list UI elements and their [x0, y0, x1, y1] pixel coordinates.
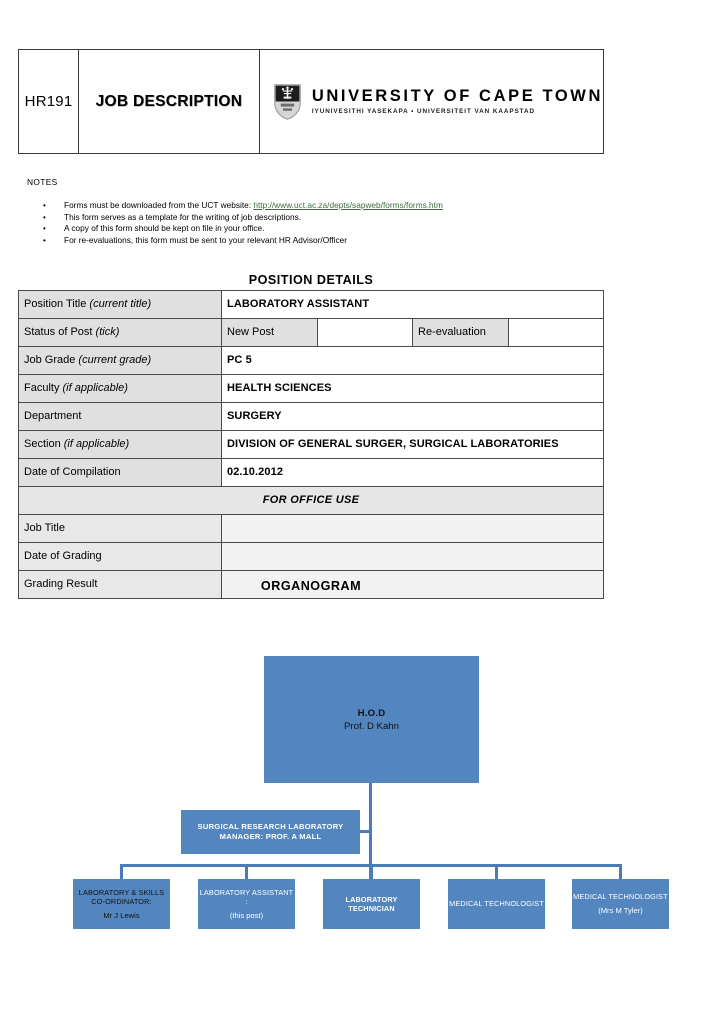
row-label-position-title: Position Title (current title): [18, 290, 222, 319]
org-node-laboratory-technician[interactable]: LABORATORY TECHNICIAN: [323, 879, 420, 929]
form-code-text: HR191: [24, 93, 73, 110]
row-label-section: Section (if applicable): [18, 430, 222, 459]
note-text: A copy of this form should be kept on fi…: [64, 223, 265, 234]
connector-leaf-drop-0: [120, 864, 123, 879]
notes-list: • Forms must be downloaded from the UCT …: [36, 200, 576, 246]
label-text: Department: [24, 410, 82, 422]
note-item: • This form serves as a template for the…: [36, 212, 576, 224]
table-row: Department SURGERY: [18, 402, 604, 431]
table-row: Status of Post (tick) New Post Re-evalua…: [18, 318, 604, 347]
label-text: Faculty: [24, 382, 63, 394]
status-option-re-evaluation: Re-evaluation: [412, 318, 509, 347]
row-label-status-of-post: Status of Post (tick): [18, 318, 222, 347]
connector-leaf-drop-2: [370, 864, 373, 879]
bullet-icon: •: [43, 212, 46, 222]
org-node-subtitle: (this post): [229, 910, 264, 920]
position-details-table: Position Title (current title) LABORATOR…: [18, 290, 604, 599]
row-value-job-grade[interactable]: PC 5: [221, 346, 604, 375]
label-hint: (current grade): [78, 354, 152, 366]
org-node-title: LABORATORY & SKILLS CO-ORDINATOR:: [78, 887, 165, 907]
connector-leaf-drop-1: [245, 864, 248, 879]
uct-forms-link[interactable]: http://www.uct.ac.za/depts/sapweb/forms/…: [253, 200, 443, 210]
note-text-plain: Forms must be downloaded from the UCT we…: [64, 200, 254, 210]
connector-leaf-drop-4: [619, 864, 622, 879]
org-node-lab-skills-coordinator[interactable]: LABORATORY & SKILLS CO-ORDINATOR: Mr J L…: [73, 879, 170, 929]
note-text: For re-evaluations, this form must be se…: [64, 234, 347, 245]
label-text: Job Grade: [24, 354, 79, 366]
org-node-subtitle: Mr J Lewis: [103, 910, 140, 920]
row-label-faculty: Faculty (if applicable): [18, 374, 222, 403]
row-value-date-of-grading[interactable]: [221, 542, 604, 571]
label-hint: (if applicable): [62, 382, 128, 394]
note-item: • For re-evaluations, this form must be …: [36, 235, 576, 247]
form-header-table: HR191 JOB DESCRIPTION UNIVERSITY OF CAPE…: [18, 49, 604, 154]
org-node-title: LABORATORY TECHNICIAN: [345, 894, 398, 913]
label-hint: (tick): [95, 326, 120, 338]
label-hint: (current title): [89, 298, 152, 310]
org-node-hod-title: H.O.D: [357, 707, 386, 719]
org-node-title: MEDICAL TECHNOLOGIST: [449, 899, 544, 909]
row-label-date-of-grading: Date of Grading: [18, 542, 222, 571]
row-value-date-of-compilation[interactable]: 02.10.2012: [221, 458, 604, 487]
for-office-use-heading: FOR OFFICE USE: [18, 486, 604, 515]
label-text: Position Title: [24, 298, 90, 310]
institution-name: UNIVERSITY OF CAPE TOWN: [311, 86, 603, 105]
uct-shield-icon: [274, 83, 301, 120]
bullet-icon: •: [43, 224, 46, 234]
bullet-icon: •: [43, 235, 46, 245]
table-row: FOR OFFICE USE: [18, 486, 604, 515]
row-value-faculty[interactable]: HEALTH SCIENCES: [221, 374, 604, 403]
table-row: Faculty (if applicable) HEALTH SCIENCES: [18, 374, 604, 403]
note-item: • Forms must be downloaded from the UCT …: [36, 200, 576, 212]
form-code-cell: HR191: [19, 50, 80, 153]
connector-leaf-drop-3: [495, 864, 498, 879]
org-node-title: MEDICAL TECHNOLOGIST: [573, 892, 668, 902]
table-row: Section (if applicable) DIVISION OF GENE…: [18, 430, 604, 459]
institution-logo-cell: UNIVERSITY OF CAPE TOWN IYUNIVESITHI YAS…: [260, 50, 603, 153]
institution-subname: IYUNIVESITHI YASEKAPA • UNIVERSITEIT VAN…: [311, 108, 535, 116]
label-text: Date of Compilation: [24, 466, 121, 478]
status-option-new-post: New Post: [221, 318, 318, 347]
note-item: • A copy of this form should be kept on …: [36, 223, 576, 235]
row-label-department: Department: [18, 402, 222, 431]
note-text: This form serves as a template for the w…: [64, 211, 302, 222]
table-row: Date of Grading: [18, 542, 604, 571]
row-label-job-grade: Job Grade (current grade): [18, 346, 222, 375]
row-label-job-title: Job Title: [18, 514, 222, 543]
org-node-subtitle: (Mrs M Tyler): [598, 905, 643, 915]
label-hint: (if applicable): [63, 438, 130, 450]
status-tick-re-evaluation[interactable]: [507, 318, 604, 347]
label-text: Status of Post: [24, 326, 96, 338]
org-node-hod-name: Prof. D Kahn: [344, 720, 399, 732]
org-node-laboratory-assistant[interactable]: LABORATORY ASSISTANT : (this post): [198, 879, 295, 929]
document-page: HR191 JOB DESCRIPTION UNIVERSITY OF CAPE…: [0, 0, 725, 1024]
table-row: Position Title (current title) LABORATOR…: [18, 290, 604, 319]
org-node-lab-manager-title: SURGICAL RESEARCH LABORATORY MANAGER: PR…: [197, 822, 344, 841]
org-node-lab-manager[interactable]: SURGICAL RESEARCH LABORATORY MANAGER: PR…: [181, 810, 360, 854]
position-details-heading: POSITION DETAILS: [248, 273, 374, 287]
form-title-text: JOB DESCRIPTION: [95, 92, 243, 110]
org-node-medical-technologist-2[interactable]: MEDICAL TECHNOLOGIST (Mrs M Tyler): [572, 879, 669, 929]
row-value-position-title[interactable]: LABORATORY ASSISTANT: [221, 290, 604, 319]
row-label-date-of-compilation: Date of Compilation: [18, 458, 222, 487]
org-node-hod[interactable]: H.O.D Prof. D Kahn: [264, 656, 479, 783]
table-row: Date of Compilation 02.10.2012: [18, 458, 604, 487]
form-title-cell: JOB DESCRIPTION: [79, 50, 260, 153]
organogram-heading: ORGANOGRAM: [260, 579, 362, 593]
org-node-medical-technologist-1[interactable]: MEDICAL TECHNOLOGIST: [448, 879, 545, 929]
row-value-job-title[interactable]: [221, 514, 604, 543]
row-value-section[interactable]: DIVISION OF GENERAL SURGER, SURGICAL LAB…: [221, 430, 604, 459]
notes-label: NOTES: [27, 177, 58, 187]
label-text: Section: [24, 438, 64, 450]
bullet-icon: •: [43, 201, 46, 210]
table-row: Job Title: [18, 514, 604, 543]
note-text: Forms must be downloaded from the UCT we…: [64, 200, 576, 212]
institution-wordmark: UNIVERSITY OF CAPE TOWN IYUNIVESITHI YAS…: [311, 86, 603, 116]
table-row: Job Grade (current grade) PC 5: [18, 346, 604, 375]
status-tick-new-post[interactable]: [316, 318, 413, 347]
org-node-title: LABORATORY ASSISTANT :: [199, 887, 294, 907]
row-value-department[interactable]: SURGERY: [221, 402, 604, 431]
